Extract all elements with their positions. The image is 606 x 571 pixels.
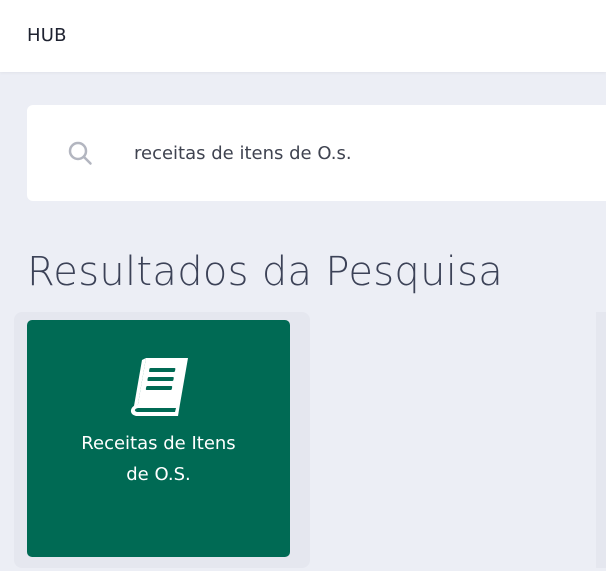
card-backdrop-next: [596, 312, 606, 568]
page-title: Resultados da Pesquisa: [27, 249, 504, 295]
book-icon: [130, 358, 188, 416]
search-icon[interactable]: [67, 140, 93, 166]
card-label: Receitas de Itens de O.S.: [81, 433, 236, 485]
top-bar: HUB: [0, 0, 606, 72]
app-title[interactable]: HUB: [27, 24, 67, 48]
search-input[interactable]: [134, 138, 594, 168]
